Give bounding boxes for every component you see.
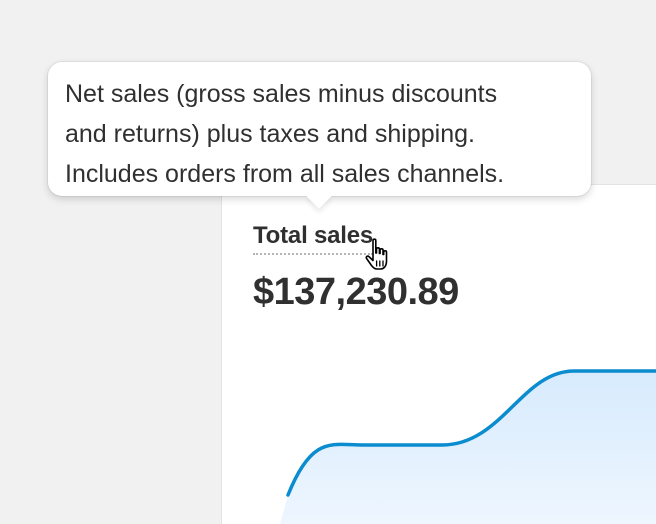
sales-sparkline-chart	[280, 369, 656, 524]
hand-pointer-icon	[365, 238, 388, 270]
tooltip-line-1: Net sales (gross sales minus discounts	[65, 80, 498, 108]
sales-card: Total sales $137,230.89	[221, 184, 656, 524]
total-sales-tooltip: Net sales (gross sales minus discounts a…	[48, 62, 591, 209]
tooltip-line-2: and returns) plus taxes and shipping.	[65, 120, 475, 148]
sales-area	[280, 371, 656, 524]
